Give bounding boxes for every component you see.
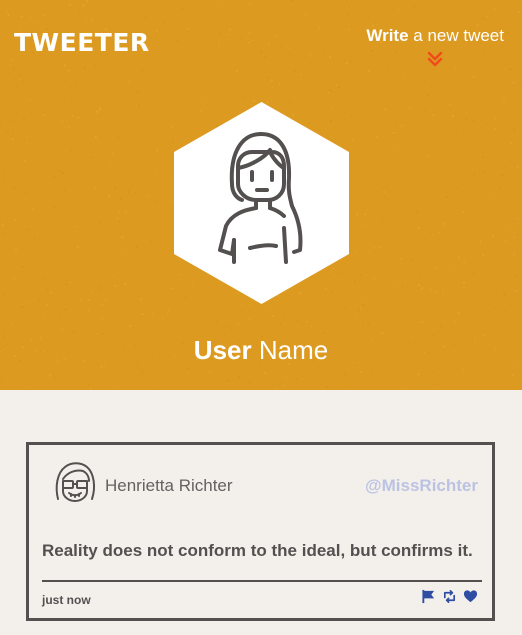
tweet-author-name[interactable]: Henrietta Richter bbox=[105, 475, 233, 497]
retweet-icon[interactable] bbox=[442, 589, 457, 604]
flag-icon[interactable] bbox=[421, 589, 436, 604]
tweet-author-avatar bbox=[55, 462, 96, 502]
app-logo[interactable]: TWEETER bbox=[14, 28, 150, 58]
profile-user-name: User Name bbox=[0, 333, 522, 367]
tweet-card[interactable]: Henrietta Richter @MissRichter Reality d… bbox=[26, 442, 495, 621]
write-tweet-link[interactable]: Write a new tweet bbox=[366, 25, 504, 67]
tweet-divider bbox=[42, 580, 482, 582]
tweet-text: Reality does not conform to the ideal, b… bbox=[42, 541, 473, 560]
profile-avatar bbox=[174, 102, 349, 304]
tweet-timestamp: just now bbox=[42, 593, 91, 607]
compose-bold-text: Write bbox=[366, 26, 409, 45]
tweet-author-handle[interactable]: @MissRichter bbox=[365, 475, 478, 497]
tweet-actions bbox=[421, 589, 478, 604]
double-chevron-down-icon[interactable] bbox=[427, 51, 443, 67]
user-name-rest: Name bbox=[251, 335, 329, 365]
user-name-bold: User bbox=[193, 335, 252, 365]
profile-header: TWEETER Write a new tweet User Name bbox=[0, 0, 522, 390]
compose-rest-text: a new tweet bbox=[408, 26, 504, 45]
heart-icon[interactable] bbox=[463, 589, 478, 604]
